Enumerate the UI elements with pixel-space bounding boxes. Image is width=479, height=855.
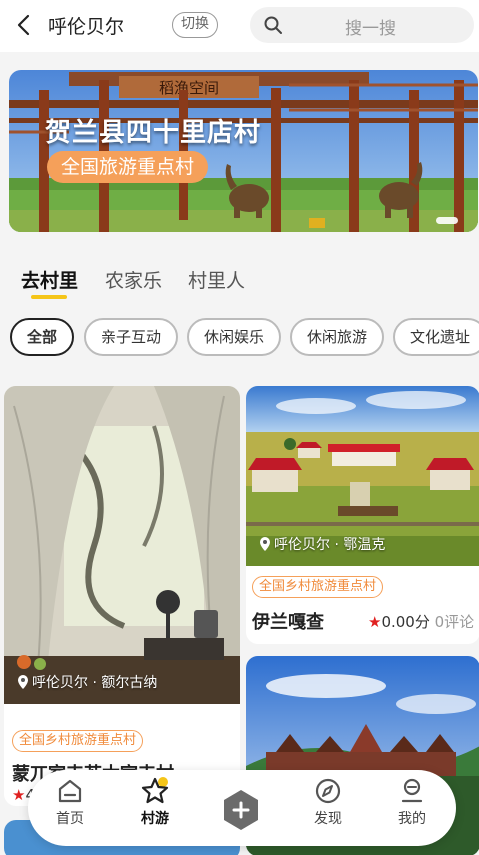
village-card[interactable]: 呼伦贝尔 · 鄂温克 全国乡村旅游重点村 伊兰嘎查 ★0.00分 0评论 [246,386,479,644]
filter-chips: 全部 亲子互动 休闲娱乐 休闲旅游 文化遗址 [0,318,479,358]
switch-city-button[interactable]: 切换 [172,12,218,38]
card-rating: ★0.00分 0评论 [368,611,474,632]
chip-cultural-sites[interactable]: 文化遗址 [393,318,479,356]
nav-discover-label: 发现 [314,811,342,827]
village-card[interactable]: 呼伦贝尔 · 额尔古纳 全国乡村旅游重点村 蒙兀室韦苏木室韦村 ★4 [4,386,240,806]
chip-leisure-entertainment[interactable]: 休闲娱乐 [187,318,281,356]
home-icon [58,779,82,803]
card-title: 伊兰嘎查 [252,612,324,633]
star-icon: ★ [12,786,26,804]
nav-village-tour-label: 村游 [141,811,169,827]
nav-profile[interactable]: 我的 [382,776,442,828]
top-bar: 呼伦贝尔 切换 搜一搜 [0,0,479,52]
promo-banner[interactable]: 稻渔空间 贺兰县四十里店村 全国旅游重点村 [9,70,478,232]
card-tag: 全国乡村旅游重点村 [252,576,384,598]
back-arrow-icon[interactable] [12,12,38,38]
card-location-text: 呼伦贝尔 · 额尔古纳 [32,675,158,691]
profile-icon [401,778,423,803]
card-location-text: 呼伦贝尔 · 鄂温克 [274,537,386,553]
search-input[interactable]: 搜一搜 [250,7,474,43]
star-icon: ★ [368,613,382,631]
tab-villagers[interactable]: 村里人 [188,266,245,293]
chip-all[interactable]: 全部 [10,318,74,356]
compass-icon [315,778,341,804]
nav-home-label: 首页 [56,811,84,827]
location-pin-icon [260,537,270,551]
nav-home[interactable]: 首页 [40,776,100,828]
gate-sign: 稻渔空间 [159,79,219,97]
carousel-indicator [436,217,458,224]
nav-discover[interactable]: 发现 [298,776,358,828]
banner-title: 贺兰县四十里店村 [45,118,262,148]
search-placeholder: 搜一搜 [345,19,396,39]
chip-leisure-travel[interactable]: 休闲旅游 [290,318,384,356]
card-location: 呼伦贝尔 · 额尔古纳 [18,672,157,692]
card-location: 呼伦贝尔 · 鄂温克 [260,534,385,554]
review-count: 0评论 [434,613,475,631]
search-icon [264,16,282,34]
star-icon [141,777,169,804]
tab-go-village[interactable]: 去村里 [21,266,78,293]
bottom-nav: 首页 村游 发现 我的 [28,770,456,846]
tab-indicator [31,295,67,299]
nav-village-tour[interactable]: 村游 [125,776,185,828]
city-name[interactable]: 呼伦贝尔 [48,12,124,39]
location-pin-icon [18,675,28,689]
banner-subtitle: 全国旅游重点村 [47,151,209,183]
nav-profile-label: 我的 [398,811,426,827]
card-image [4,386,240,704]
chip-family[interactable]: 亲子互动 [84,318,178,356]
plus-icon[interactable] [219,788,263,832]
rating-value: 0.00分 [381,613,430,631]
card-tag: 全国乡村旅游重点村 [12,730,144,752]
tab-farmhouse[interactable]: 农家乐 [105,266,162,293]
category-tabs: 去村里 农家乐 村里人 [0,260,479,304]
